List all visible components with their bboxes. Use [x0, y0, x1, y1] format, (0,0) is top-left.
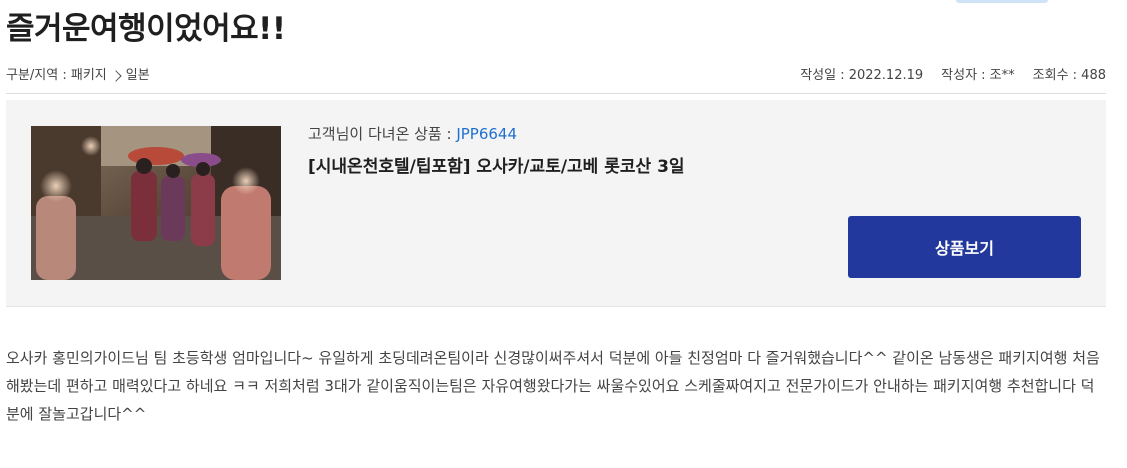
page-title: 즐거운여행이었어요!!	[6, 11, 286, 47]
post-date: 작성일 : 2022.12.19	[800, 68, 924, 83]
view-product-button[interactable]: 상품보기	[848, 216, 1081, 278]
breadcrumb-region[interactable]: 일본	[126, 66, 150, 86]
top-accent-bar	[956, 0, 1048, 3]
kyoto-kimono-street-photo-icon	[31, 126, 281, 280]
review-detail-page: 즐거운여행이었어요!! 구분/지역 : 패키지 일본 작성일 : 2022.12…	[0, 0, 1127, 468]
product-thumbnail[interactable]	[31, 126, 281, 280]
post-info: 작성일 : 2022.12.19 작성자 : 조** 조회수 : 488	[800, 66, 1106, 86]
post-meta-row: 구분/지역 : 패키지 일본 작성일 : 2022.12.19 작성자 : 조*…	[6, 66, 1106, 88]
product-name[interactable]: [시내온천호텔/팁포함] 오사카/교토/고베 롯코산 3일	[308, 154, 685, 180]
chevron-right-icon	[110, 70, 122, 82]
product-label-line: 고객님이 다녀온 상품 : JPP6644	[308, 123, 517, 145]
breadcrumb: 구분/지역 : 패키지 일본	[6, 66, 150, 86]
post-author: 작성자 : 조**	[941, 68, 1015, 83]
post-views: 조회수 : 488	[1032, 68, 1106, 83]
visited-product-card: 고객님이 다녀온 상품 : JPP6644 [시내온천호텔/팁포함] 오사카/교…	[6, 100, 1106, 307]
breadcrumb-category: 구분/지역 : 패키지	[6, 68, 107, 83]
header-divider	[6, 93, 1106, 94]
product-code[interactable]: JPP6644	[456, 125, 517, 143]
review-body: 오사카 홍민의가이드님 팀 초등학생 엄마입니다~ 유일하게 초딩데려온팀이라 …	[6, 349, 1100, 423]
product-label: 고객님이 다녀온 상품 :	[308, 125, 457, 143]
